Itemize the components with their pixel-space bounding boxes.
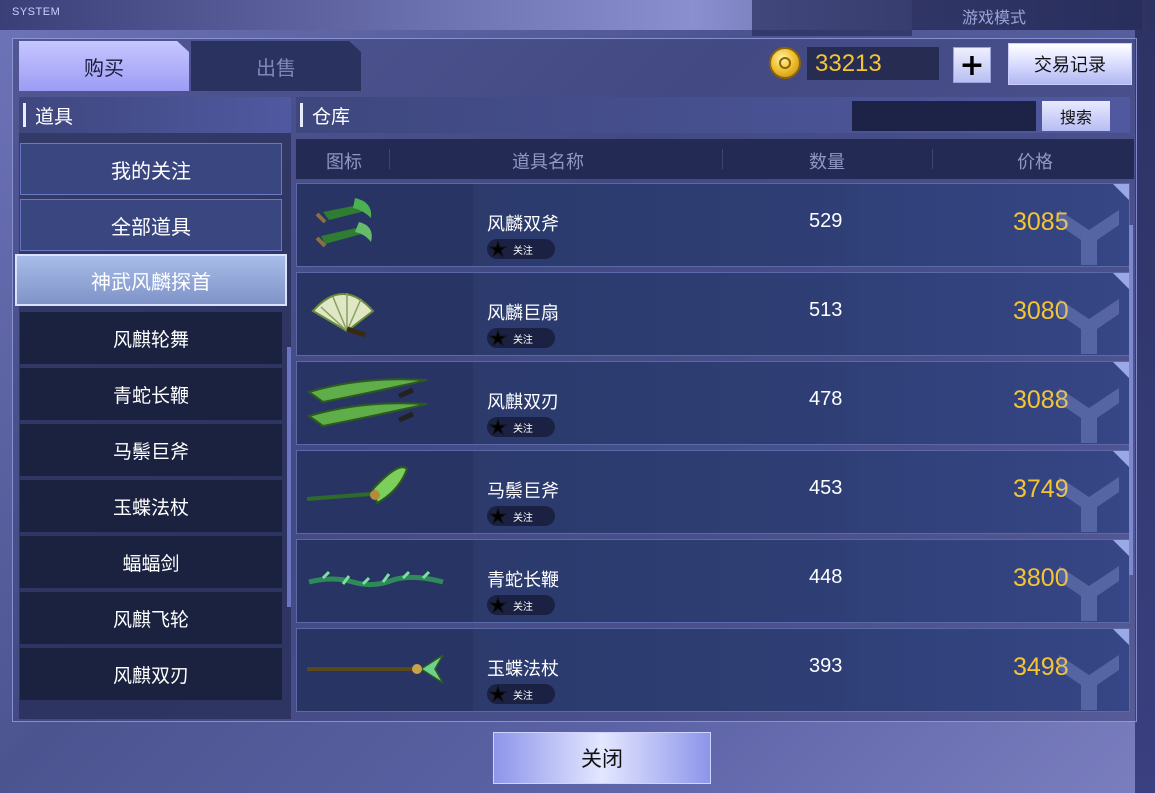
staff-icon	[307, 654, 444, 684]
background-edge	[1135, 30, 1155, 793]
row-corner-icon	[1113, 451, 1129, 467]
twin-axe-icon	[315, 198, 372, 248]
category-item[interactable]: 风麒轮舞	[20, 312, 282, 364]
star-icon: ★	[489, 326, 508, 350]
row-decoration-icon	[1059, 210, 1119, 265]
add-currency-button[interactable]: +	[953, 47, 991, 83]
favorite-button[interactable]: ★ 关注	[487, 415, 555, 439]
favorite-label: 关注	[512, 245, 533, 257]
row-decoration-icon	[1059, 655, 1119, 710]
warehouse-panel: 仓库 搜索 图标 道具名称 数量 价格 风麟双斧 ★ 关注 529 3085 风…	[296, 97, 1134, 717]
item-name: 风麟巨扇	[487, 303, 559, 324]
category-item[interactable]: 马鬃巨斧	[20, 424, 282, 476]
star-icon: ★	[489, 682, 508, 706]
star-icon: ★	[489, 593, 508, 617]
table-row[interactable]: 风麟巨扇 ★ 关注 513 3080	[296, 272, 1130, 356]
item-list-scrollbar[interactable]	[1129, 225, 1133, 575]
category-scrollbar[interactable]	[287, 347, 291, 607]
row-decoration-icon	[1059, 299, 1119, 354]
row-corner-icon	[1113, 184, 1129, 200]
item-icon-cell	[297, 629, 473, 711]
category-panel-title: 道具	[19, 97, 291, 133]
favorite-button[interactable]: ★ 关注	[487, 682, 555, 706]
column-name: 道具名称	[512, 152, 584, 173]
giant-fan-icon	[311, 293, 375, 338]
game-mode-label: 游戏模式	[912, 0, 1142, 30]
column-quantity: 数量	[809, 152, 845, 173]
search-button[interactable]: 搜索	[1042, 101, 1110, 131]
item-quantity: 393	[809, 655, 843, 677]
favorite-button[interactable]: ★ 关注	[487, 326, 555, 350]
item-quantity: 453	[809, 477, 843, 499]
table-row[interactable]: 风麒双刃 ★ 关注 478 3088	[296, 361, 1130, 445]
row-corner-icon	[1113, 362, 1129, 378]
category-my-favorites[interactable]: 我的关注	[20, 143, 282, 195]
favorite-label: 关注	[512, 601, 533, 613]
category-all-items[interactable]: 全部道具	[20, 199, 282, 251]
item-icon-cell	[297, 184, 473, 266]
item-quantity: 448	[809, 566, 843, 588]
item-name: 玉蝶法杖	[487, 659, 559, 680]
item-name: 风麟双斧	[487, 214, 559, 235]
trade-window: 购买 出售 33213 + 交易记录 道具 我的关注 全部道具 神武风麟探首 风…	[12, 38, 1137, 722]
tab-buy[interactable]: 购买	[19, 41, 189, 91]
whip-icon	[308, 570, 444, 588]
row-corner-icon	[1113, 629, 1129, 645]
search-input[interactable]	[852, 101, 1036, 131]
background-panel	[752, 0, 912, 36]
favorite-button[interactable]: ★ 关注	[487, 593, 555, 617]
table-row[interactable]: 马鬃巨斧 ★ 关注 453 3749	[296, 450, 1130, 534]
category-item[interactable]: 蝠蝠剑	[20, 536, 282, 588]
item-quantity: 513	[809, 299, 843, 321]
gold-coin-icon	[769, 47, 801, 79]
item-icon-cell	[297, 451, 473, 533]
favorite-label: 关注	[512, 423, 533, 435]
table-row[interactable]: 青蛇长鞭 ★ 关注 448 3800	[296, 539, 1130, 623]
favorite-label: 关注	[512, 690, 533, 702]
currency-amount: 33213	[807, 47, 939, 80]
item-name: 青蛇长鞭	[487, 570, 559, 591]
category-item[interactable]: 玉蝶法杖	[20, 480, 282, 532]
row-decoration-icon	[1059, 566, 1119, 621]
row-corner-icon	[1113, 540, 1129, 556]
column-price: 价格	[1017, 152, 1053, 173]
item-quantity: 478	[809, 388, 843, 410]
item-icon-cell	[297, 362, 473, 444]
favorite-label: 关注	[512, 512, 533, 524]
star-icon: ★	[489, 504, 508, 528]
favorite-button[interactable]: ★ 关注	[487, 504, 555, 528]
category-item[interactable]: 青蛇长鞭	[20, 368, 282, 420]
star-icon: ★	[489, 415, 508, 439]
item-quantity: 529	[809, 210, 843, 232]
item-icon-cell	[297, 540, 473, 622]
table-header: 图标 道具名称 数量 价格	[296, 139, 1134, 179]
great-axe-icon	[306, 466, 409, 505]
item-name: 马鬃巨斧	[487, 481, 559, 502]
category-item[interactable]: 风麒飞轮	[20, 592, 282, 644]
item-name: 风麒双刃	[487, 392, 559, 413]
tab-sell[interactable]: 出售	[191, 41, 361, 91]
trade-record-button[interactable]: 交易记录	[1008, 43, 1132, 85]
item-icon-cell	[297, 273, 473, 355]
category-selected[interactable]: 神武风麟探首	[15, 254, 287, 306]
row-corner-icon	[1113, 273, 1129, 289]
close-button[interactable]: 关闭	[493, 732, 711, 784]
table-row[interactable]: 风麟双斧 ★ 关注 529 3085	[296, 183, 1130, 267]
row-decoration-icon	[1059, 388, 1119, 443]
system-label: SYSTEM	[12, 6, 61, 18]
favorite-button[interactable]: ★ 关注	[487, 237, 555, 261]
column-icon: 图标	[326, 152, 362, 173]
table-row[interactable]: 玉蝶法杖 ★ 关注 393 3498	[296, 628, 1130, 712]
favorite-label: 关注	[512, 334, 533, 346]
category-panel: 道具 我的关注 全部道具 神武风麟探首 风麒轮舞 青蛇长鞭 马鬃巨斧 玉蝶法杖 …	[15, 97, 291, 719]
category-item[interactable]: 风麒双刃	[20, 648, 282, 700]
twin-blade-icon	[306, 378, 428, 428]
star-icon: ★	[489, 237, 508, 261]
row-decoration-icon	[1059, 477, 1119, 532]
